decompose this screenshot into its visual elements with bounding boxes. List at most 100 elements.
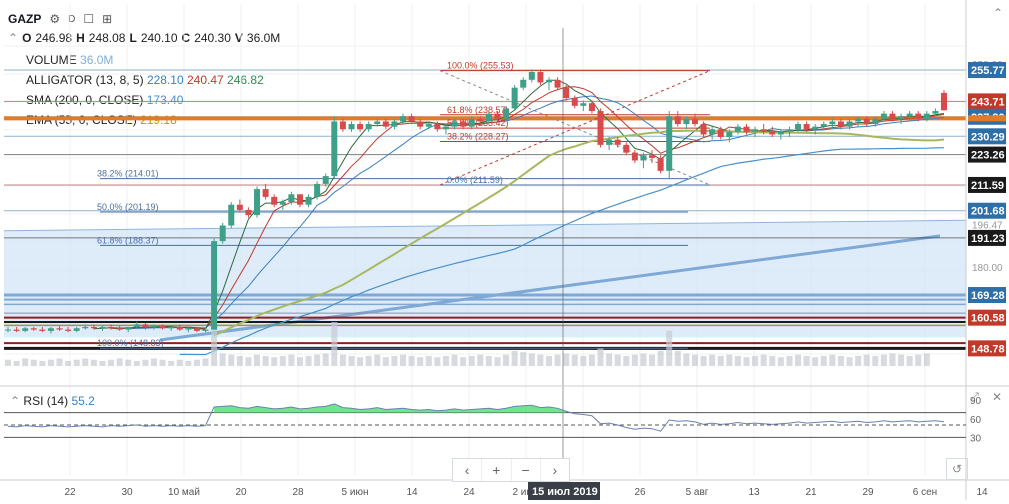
fib-level-label: 100.0% (148.83) [97, 338, 164, 348]
volume-bar [211, 328, 218, 366]
volume-bar [339, 354, 346, 366]
price-label: 201.68 [971, 206, 1005, 218]
volume-bar [683, 353, 690, 366]
chart-window: GAZP ⚙ D ☐ ⊞ ⌃ O 246.98 H 248.08 L 240.10 C… [0, 0, 1009, 504]
volume-bar [125, 359, 132, 366]
candle [563, 87, 570, 99]
candle [296, 194, 303, 205]
volume-bar [348, 355, 355, 366]
rsi-axis-tick: 60 [970, 415, 982, 426]
volume-bar [803, 355, 810, 366]
time-axis-label: 28 [292, 487, 304, 498]
time-axis-label: 30 [121, 487, 133, 498]
candle [597, 111, 604, 145]
candle [219, 225, 226, 242]
candle [408, 116, 415, 122]
candle [451, 121, 458, 127]
candle [434, 124, 441, 130]
volume-bar [425, 355, 432, 366]
volume-bar [563, 353, 570, 366]
volume-bar [580, 355, 587, 366]
volume-bar [511, 350, 518, 366]
candle [245, 209, 252, 216]
volume-bar [39, 360, 46, 366]
volume-bar [485, 355, 492, 366]
expand-icon[interactable]: ⤢ [970, 391, 979, 404]
price-label: 243.71 [971, 96, 1005, 108]
candle [417, 121, 424, 127]
time-axis-label: 14 [406, 487, 418, 498]
volume-bar [451, 354, 458, 366]
volume-bar [133, 360, 140, 366]
scroll-left-button[interactable]: ‹ [453, 459, 483, 481]
candle [279, 202, 286, 205]
rsi-legend[interactable]: ⌃ RSI (14) 55.2 [10, 394, 95, 408]
candle [623, 144, 630, 153]
volume-bar [588, 354, 595, 366]
candle [683, 118, 690, 125]
candle [374, 121, 381, 125]
candle [288, 194, 295, 203]
volume-bar [657, 350, 664, 366]
volume-bar [709, 354, 716, 366]
fib-level-label: 100.0% (255.53) [447, 61, 514, 71]
volume-bar [614, 354, 621, 366]
volume-bar [880, 354, 887, 366]
time-axis-label: 13 [748, 487, 760, 498]
rsi-name: RSI (14) [23, 394, 69, 408]
volume-bar [245, 357, 252, 366]
chevron-up-icon[interactable]: ⌃ [10, 394, 20, 408]
volume-bar [185, 360, 192, 366]
volume-bar [923, 353, 930, 366]
candle [305, 196, 312, 205]
volume-bar [382, 357, 389, 366]
chevron-up-icon[interactable]: ⌃ [993, 6, 1003, 20]
scroll-right-button[interactable]: › [541, 459, 569, 481]
reset-icon[interactable]: ↺ [946, 458, 968, 480]
volume-bar [73, 359, 80, 366]
volume-bar [640, 353, 647, 366]
candle [348, 124, 355, 130]
candle [923, 113, 930, 119]
volume-bar [331, 322, 338, 366]
candle [228, 204, 235, 226]
time-axis-label: 24 [463, 487, 475, 498]
candle [365, 124, 372, 130]
price-chart[interactable]: 100.0% (255.53)61.8% (238.57)50.0% (233.… [0, 0, 1009, 504]
volume-bar [872, 355, 879, 366]
candle [606, 139, 613, 145]
volume-bar [777, 357, 784, 366]
candle [236, 204, 243, 210]
navigation-buttons: ‹ + − › [452, 458, 570, 482]
volume-bar [691, 354, 698, 366]
candle [855, 118, 862, 122]
volume-bar [168, 360, 175, 366]
volume-bar [528, 353, 535, 366]
candle [588, 103, 595, 112]
volume-bar [434, 357, 441, 366]
volume-bar [65, 360, 72, 366]
candle [211, 241, 218, 330]
volume-bar [374, 354, 381, 366]
close-icon[interactable]: ✕ [992, 390, 1002, 404]
candle [494, 113, 501, 119]
volume-bar [417, 357, 424, 366]
volume-bar [571, 354, 578, 366]
volume-bar [13, 360, 20, 366]
volume-bar [159, 359, 166, 366]
volume-bar [460, 357, 467, 366]
candle [331, 121, 338, 177]
volume-bar [468, 355, 475, 366]
candle [503, 108, 510, 119]
candle [717, 129, 724, 138]
zoom-out-button[interactable]: − [512, 459, 541, 481]
candle [30, 328, 37, 330]
volume-bar [606, 353, 613, 366]
volume-bar [219, 353, 226, 366]
volume-bar [786, 355, 793, 366]
zoom-in-button[interactable]: + [482, 459, 512, 481]
time-axis-label: 10 май [168, 487, 200, 498]
volume-bar [623, 355, 630, 366]
volume-bar [837, 355, 844, 366]
candle [485, 113, 492, 122]
